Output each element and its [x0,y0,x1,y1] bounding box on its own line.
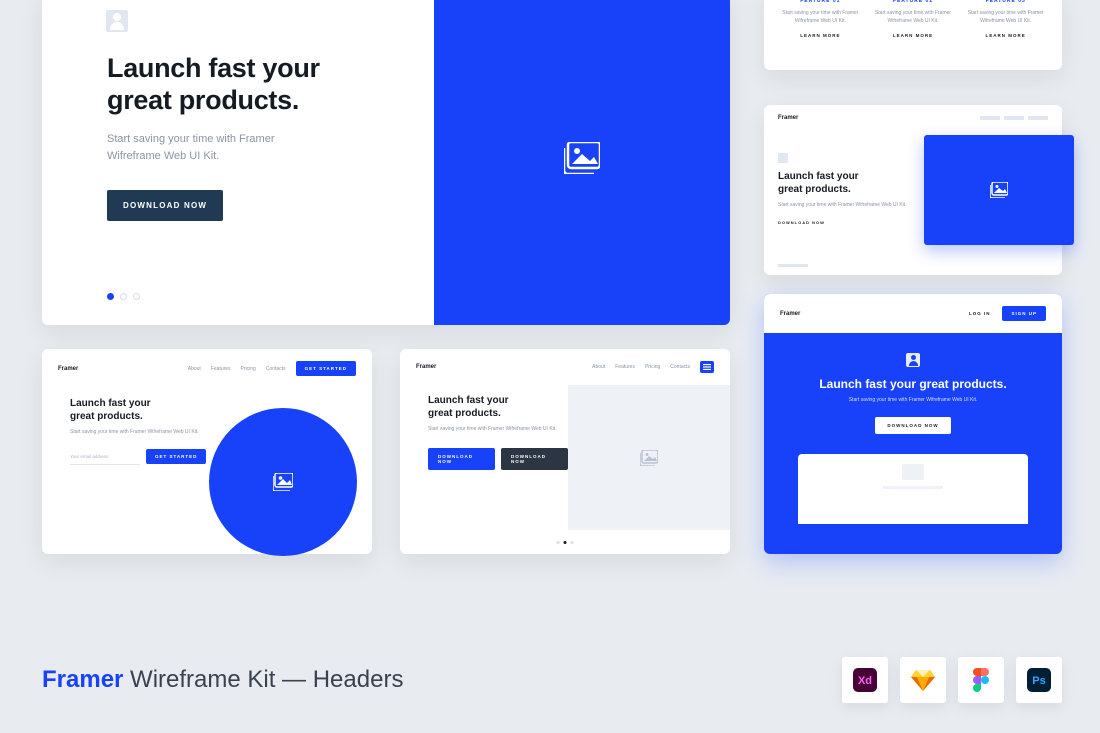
nav-link[interactable]: Contacts [670,364,690,370]
card-header: Framer About Features Pricing Contacts [400,349,730,385]
nav-placeholder [980,115,1048,121]
hero-card-circle: Framer About Features Pricing Contacts G… [42,349,372,554]
hero-subtext: Start saving your time with Framer Wifre… [778,202,916,210]
learn-more-link[interactable]: LEARN MORE [963,33,1048,38]
download-button-alt[interactable]: DOWNLOAD NOW [501,448,568,470]
hero-image-panel [924,135,1074,245]
placeholder-line [883,486,943,489]
adobe-xd-icon: Xd [842,657,888,703]
download-button[interactable]: DOWNLOAD NOW [107,190,223,221]
card-header: Framer LOG IN SIGN UP [764,294,1062,333]
placeholder-block [902,464,924,480]
hero-heading: Launch fast yourgreat products. [778,171,916,196]
email-input[interactable]: Your email address [70,449,140,465]
brand-logo[interactable]: Framer [780,311,800,317]
brand-logo[interactable]: Framer [58,366,78,372]
photoshop-icon: Ps [1016,657,1062,703]
hero-subtext: Start saving your time with Framer Wifre… [428,426,568,434]
features-card: FEATURE 01 Start saving your time with F… [764,0,1062,70]
tool-icons: Xd Ps [842,657,1062,703]
feature-title: FEATURE 02 [871,0,956,4]
avatar-placeholder-icon [106,10,128,32]
nav-links: About Features Pricing Contacts GET STAR… [188,361,356,376]
content-panel [798,454,1028,524]
login-link[interactable]: LOG IN [967,307,993,320]
hero-image-panel [568,385,730,530]
svg-text:Xd: Xd [858,675,872,687]
hero-card-split: Launch fast your great products. Start s… [42,0,730,325]
image-placeholder-icon [273,473,293,491]
card-header: Framer About Features Pricing Contacts G… [42,349,372,388]
download-button[interactable]: DOWNLOAD NOW [875,417,950,434]
hero-subtext: Start saving your time with Framer Wifre… [107,131,404,166]
get-started-button[interactable]: GET STARTED [146,449,206,464]
hero-heading: Launch fast yourgreat products. [428,395,568,420]
nav-link[interactable]: Features [615,364,635,370]
feature-title: FEATURE 01 [778,0,863,4]
signup-button[interactable]: SIGN UP [1002,306,1046,321]
nav-links: About Features Pricing Contacts [592,361,714,373]
feature-body: Start saving your time with Framer Wifre… [871,10,956,25]
feature-body: Start saving your time with Framer Wifre… [778,10,863,25]
hero-card-offset-image: Framer Launch fast yourgreat products. S… [764,105,1062,275]
hero-card-grey-panel: Framer About Features Pricing Contacts L… [400,349,730,554]
feature-title: FEATURE 03 [963,0,1048,4]
hero-subtext: Start saving your time with Framer Wifre… [70,429,210,437]
brand-logo[interactable]: Framer [416,364,436,370]
learn-more-link[interactable]: LEARN MORE [778,33,863,38]
slider-dot[interactable] [107,293,114,300]
product-title: Framer Wireframe Kit — Headers [42,666,403,694]
nav-link[interactable]: Pricing [645,364,660,370]
footer-placeholder [778,264,808,267]
hero-heading: Launch fast yourgreat products. [70,398,210,423]
hero-heading: Launch fast your great products. [784,377,1042,391]
brand-logo[interactable]: Framer [778,115,798,121]
image-placeholder-icon [564,142,600,174]
feature-item: FEATURE 03 Start saving your time with F… [959,0,1052,62]
card-header: Framer [764,105,1062,131]
learn-more-link[interactable]: LEARN MORE [871,33,956,38]
slider-dots [107,293,404,300]
feature-item: FEATURE 02 Start saving your time with F… [867,0,960,62]
avatar-placeholder-icon [906,353,920,367]
feature-item: FEATURE 01 Start saving your time with F… [774,0,867,62]
svg-text:Ps: Ps [1032,675,1045,687]
slider-dot[interactable] [133,293,140,300]
nav-link[interactable]: Pricing [241,366,256,372]
figma-icon [958,657,1004,703]
avatar-placeholder-icon [778,153,788,163]
nav-link[interactable]: About [188,366,201,372]
nav-link[interactable]: Features [211,366,231,372]
hero-image-panel [434,0,731,325]
pager-dots [557,541,574,544]
pager-dot[interactable] [564,541,567,544]
nav-link[interactable]: Contacts [266,366,286,372]
hamburger-icon [703,364,711,370]
pager-dot[interactable] [557,541,560,544]
download-button[interactable]: DOWNLOAD NOW [428,448,495,470]
download-button[interactable]: DOWNLOAD NOW [778,220,916,225]
hero-heading: Launch fast your great products. [107,52,404,117]
menu-icon[interactable] [700,361,714,373]
image-placeholder-icon [990,182,1008,198]
hero-card-blue: Framer LOG IN SIGN UP Launch fast your g… [764,294,1062,554]
image-placeholder-icon [640,450,658,466]
hero-circle-image [209,408,357,556]
page-footer: Framer Wireframe Kit — Headers Xd Ps [42,657,1062,703]
get-started-button[interactable]: GET STARTED [296,361,356,376]
slider-dot[interactable] [120,293,127,300]
feature-body: Start saving your time with Framer Wifre… [963,10,1048,25]
pager-dot[interactable] [571,541,574,544]
hero-left: Launch fast your great products. Start s… [42,0,434,325]
sketch-icon [900,657,946,703]
nav-link[interactable]: About [592,364,605,370]
hero-subtext: Start saving your time with Framer Wifre… [784,397,1042,405]
